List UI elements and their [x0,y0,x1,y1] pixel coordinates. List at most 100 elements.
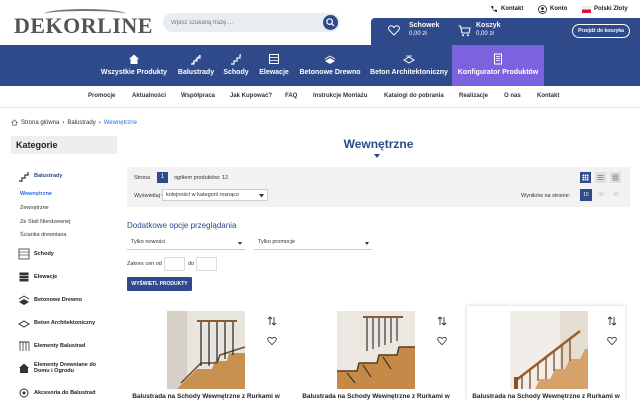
nav-schody[interactable]: Schody [221,45,251,86]
sidebar-subitem-scianka[interactable]: Ścianka drewniana [20,232,66,238]
show-products-button[interactable]: WYŚWIETL PRODUKTY [127,277,192,291]
sidebar-subitem-zewnetrzne[interactable]: Zewnętrzne [20,205,49,211]
sidebar-item-elementy-balustrad[interactable]: Elementy Balustrad [18,340,85,352]
subnav-faq[interactable]: FAQ [285,93,297,99]
sidebar-subitem-stal[interactable]: Ze Stali Nierdzewnej [20,219,70,225]
facade-icon [269,54,279,64]
sidebar-item-schody[interactable]: Schody [18,248,54,260]
product-name[interactable]: Balustrada na Schody Wewnętrzne z Rurkam… [467,393,625,400]
heart-icon [388,25,400,36]
price-from-input[interactable] [164,257,185,271]
sidebar-item-label: Elewacje [34,274,58,280]
secondary-nav: Promocje Aktualności Współpraca Jak Kupo… [0,86,640,108]
language-selector[interactable]: Polski Złoty [582,4,628,14]
compare-icon[interactable] [437,316,447,326]
product-card[interactable]: Balustrada na Schody Wewnętrzne z Rurkam… [467,306,625,400]
nav-all-products[interactable]: Wszystkie Produkty [96,45,172,86]
sidebar-item-elewacje[interactable]: Elewacje [18,271,57,283]
promo-only-select[interactable]: Tylko promocje [254,237,372,250]
grid-view-button[interactable] [580,172,591,183]
nav-label: Balustrady [177,69,215,76]
nav-balustrady[interactable]: Balustrady [174,45,218,86]
contact-label: Kontakt [501,6,524,12]
list-icon [597,175,604,180]
cart-value: 0,00 zł [476,31,494,37]
language-label: Polski Złoty [594,6,628,12]
wishlist-button[interactable]: Schowek 0,00 zł [409,22,439,37]
sidebar-item-balustrady[interactable]: Balustrady [18,170,62,182]
cart-button[interactable]: Koszyk 0,00 zł [476,22,501,37]
product-card[interactable]: Balustrada na Schody Wewnętrzne z Rurkam… [297,306,455,400]
accessories-icon [19,388,29,398]
stairs-icon [18,248,30,260]
product-name[interactable]: Balustrada na Schody Wewnętrzne z Rurkam… [297,393,455,400]
product-image [337,311,415,389]
nav-betonowe-drewno[interactable]: Betonowe Drewno [297,45,363,86]
heart-icon[interactable] [437,336,447,346]
nav-beton-architektoniczny[interactable]: Beton Architektoniczny [366,45,452,86]
total-products: ogółem produktów: 12 [174,175,229,181]
options-title: Dodatkowe opcje przeglądania [127,221,237,230]
sidebar-item-label: Elementy Balustrad [34,343,86,349]
sidebar-item-label: Balustrady [34,173,63,179]
breadcrumb-parent[interactable]: Balustrady [67,120,95,126]
search-button[interactable] [323,15,338,30]
search-icon [326,18,335,27]
compare-icon[interactable] [267,316,277,326]
nav-konfigurator[interactable]: Konfigurator Produktów [452,45,544,86]
page-number-button[interactable]: 1 [157,172,168,183]
cart-icon [458,25,471,37]
list-view-button[interactable] [595,172,606,183]
breadcrumb-home[interactable]: Strona główna [21,120,59,126]
nav-elewacje[interactable]: Elewacje [256,45,292,86]
subnav-o-nas[interactable]: O nas [504,93,521,99]
product-card[interactable]: Balustrada na Schody Wewnętrzne z Rurkam… [127,306,285,400]
product-name[interactable]: Balustrada na Schody Wewnętrzne z Rurkam… [127,393,285,400]
heart-icon[interactable] [267,336,277,346]
breadcrumb-current: Wewnętrzne [103,119,137,126]
sidebar-item-label: Beton Architektoniczny [34,320,96,326]
sort-select[interactable]: kolejności w kategorii rosnąco [162,189,268,201]
per-page-label: Wyników na stronie: [521,193,571,199]
breadcrumb: Strona główna › Balustrady › Wewnętrzne [11,119,137,126]
sidebar-item-betonowe-drewno[interactable]: Betonowe Drewno [18,294,82,306]
sidebar-item-beton-architektoniczny[interactable]: Beton Architektoniczny [18,317,95,329]
subnav-instrukcje[interactable]: Instrukcje Montażu [313,93,367,99]
price-to-input[interactable] [196,257,217,271]
subnav-realizacje[interactable]: Realizacje [459,93,488,99]
heart-icon[interactable] [607,336,617,346]
concrete-icon [403,55,415,64]
sidebar-subitem-wewnetrzne[interactable]: Wewnętrzne [20,191,52,197]
home-icon [129,54,139,64]
sidebar-item-label: Schody [34,251,54,257]
sidebar-item-elementy-drewniane[interactable]: Elementy Drewniane do Domu i Ogrodu [18,362,108,374]
sidebar-item-akcesoria[interactable]: Akcesoria do Balustrad [18,387,95,399]
page-label: Strona [134,175,151,181]
stairs-icon [231,54,241,65]
account-link[interactable]: Konto [538,4,567,14]
cart-panel: Schowek 0,00 zł Koszyk 0,00 zł Przejdź d… [371,18,640,45]
logo[interactable]: DEKORLINE [14,9,152,38]
subnav-katalogi[interactable]: Katalogi do pobrania [384,93,444,99]
new-only-select[interactable]: Tylko nowości [127,237,245,250]
chevron-down-icon [259,194,264,198]
per-page-15[interactable]: 15 [580,189,592,201]
main-nav: Wszystkie Produkty Balustrady Schody Ele… [0,45,640,86]
per-page-45[interactable]: 45 [610,189,622,201]
search-input[interactable] [171,16,311,29]
checkout-button[interactable]: Przejdź do koszyka [572,24,630,38]
subnav-wspolpraca[interactable]: Współpraca [181,93,215,99]
grid-icon [582,174,589,181]
subnav-kontakt[interactable]: Kontakt [537,93,559,99]
contact-link[interactable]: Kontakt [490,4,523,14]
chevron-down-icon [374,154,380,158]
per-page-30[interactable]: 30 [595,189,607,201]
compact-view-button[interactable] [610,172,621,183]
compare-icon[interactable] [607,316,617,326]
subnav-aktualnosci[interactable]: Aktualności [132,93,166,99]
subnav-promocje[interactable]: Promocje [88,93,115,99]
nav-label: Schody [223,69,249,76]
subnav-jak-kupowac[interactable]: Jak Kupować? [230,93,272,99]
listing-toolbar: Strona 1 ogółem produktów: 12 Wyświetlaj… [127,167,630,207]
phone-icon [491,6,497,12]
